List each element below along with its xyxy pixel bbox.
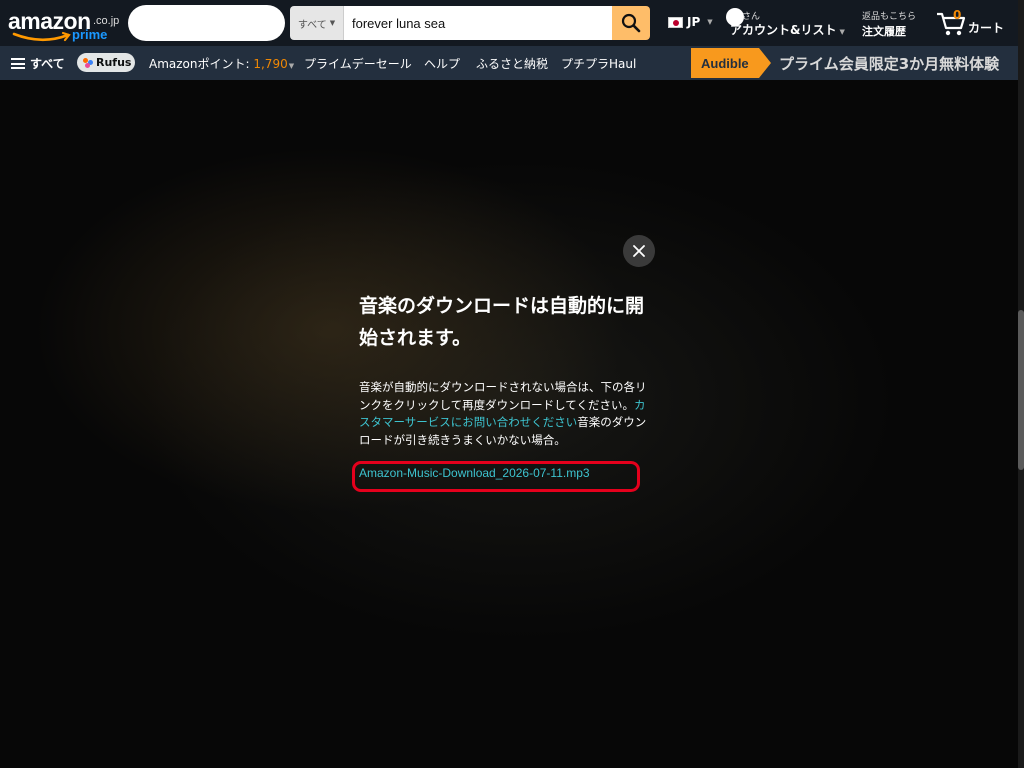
amazon-points-link[interactable]: Amazonポイント: 1,790▼	[149, 55, 294, 72]
modal-title: 音楽のダウンロードは自動的に開始されます。	[359, 295, 645, 349]
delivery-location-redacted[interactable]	[128, 5, 285, 41]
cart-label: カート	[968, 21, 1005, 35]
page-scrollbar[interactable]	[1018, 0, 1024, 768]
top-nav: amazon .co.jp prime すべて ▼ JP ▼ さん アカウント&…	[0, 0, 1018, 46]
orders-small: 返品もこちら	[862, 12, 917, 22]
chevron-down-icon: ▼	[707, 18, 713, 26]
search-category-label: すべて	[297, 19, 327, 31]
logo-smile-icon	[12, 31, 71, 42]
search-category-select[interactable]: すべて ▼	[290, 6, 344, 40]
language-label: JP	[687, 15, 701, 29]
rufus-button[interactable]: Rufus	[77, 53, 135, 72]
chevron-down-icon: ▼	[288, 62, 295, 70]
amazon-logo[interactable]: amazon .co.jp prime	[8, 6, 123, 44]
chevron-down-icon: ▼	[329, 19, 336, 27]
modal-instruction: 音楽が自動的にダウンロードされない場合は、下の各リンクをクリックして再度ダウンロ…	[359, 380, 647, 412]
modal-body: 音楽が自動的にダウンロードされない場合は、下の各リンクをクリックして再度ダウンロ…	[359, 379, 653, 449]
search-button[interactable]	[612, 6, 650, 40]
points-value: 1,790	[253, 57, 288, 71]
logo-tld: .co.jp	[93, 15, 120, 27]
search-input[interactable]	[344, 6, 612, 40]
points-label: Amazonポイント:	[149, 57, 254, 71]
account-label-text: アカウント&リスト	[730, 23, 837, 37]
cart-count: 0	[953, 8, 962, 22]
subnav-item-help[interactable]: ヘルプ	[424, 55, 460, 72]
all-menu-button[interactable]: すべて	[30, 55, 65, 72]
orders-label: 注文履歴	[862, 25, 906, 38]
subnav-item-petit-haul[interactable]: プチプラHaul	[561, 55, 636, 72]
audible-promo-banner[interactable]: Audible プライム会員限定3か月無料体験	[691, 46, 1018, 80]
cart-icon	[937, 12, 966, 36]
logo-prime: prime	[72, 27, 108, 42]
chevron-down-icon: ▼	[839, 28, 845, 36]
sub-nav: すべて Rufus Amazonポイント: 1,790▼ プライムデーセール ヘ…	[0, 46, 1018, 80]
subnav-item-furusato[interactable]: ふるさと納税	[476, 55, 548, 72]
highlight-annotation	[352, 461, 640, 492]
search-icon	[621, 13, 641, 33]
hamburger-icon[interactable]	[11, 58, 25, 69]
audible-promo-text: プライム会員限定3か月無料体験	[779, 55, 1000, 73]
cart-button[interactable]: 0 カート	[936, 8, 1011, 40]
audible-badge: Audible	[691, 48, 771, 78]
rufus-icon	[83, 57, 93, 68]
close-button[interactable]	[623, 235, 655, 267]
account-label: アカウント&リスト ▼	[730, 21, 845, 38]
subnav-item-prime-day[interactable]: プライムデーセール	[304, 55, 412, 72]
language-selector[interactable]: JP ▼	[668, 15, 713, 29]
scrollbar-thumb[interactable]	[1018, 310, 1024, 470]
rufus-label: Rufus	[96, 56, 132, 69]
orders-link[interactable]: 返品もこちら 注文履歴	[862, 9, 916, 39]
search-bar: すべて ▼	[290, 6, 650, 40]
flag-jp-icon	[668, 16, 683, 28]
close-icon	[633, 245, 645, 257]
account-menu[interactable]: さん アカウント&リスト ▼	[726, 7, 850, 41]
